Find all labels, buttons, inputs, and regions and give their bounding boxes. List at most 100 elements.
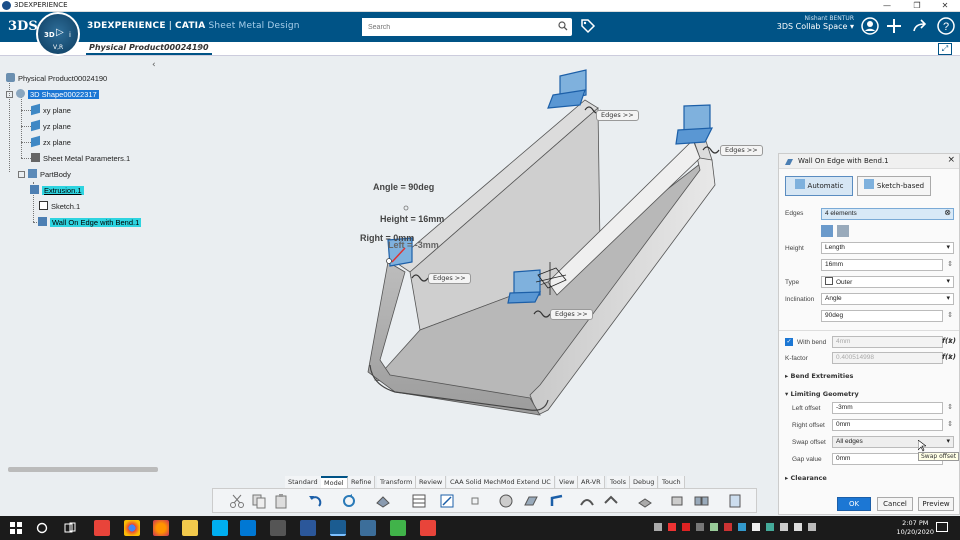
with-bend-checkbox[interactable]: ✓ <box>785 338 793 346</box>
tab-view[interactable]: View <box>556 476 579 488</box>
app-icon[interactable] <box>360 520 376 536</box>
ok-button[interactable]: OK <box>837 497 871 511</box>
user-info[interactable]: Nishant BENTUR 3DS Collab Space ▾ <box>770 15 854 31</box>
compass-icon[interactable]: 3D ▷ i V,R <box>36 12 80 56</box>
update-icon[interactable] <box>341 493 357 509</box>
fullscreen-icon[interactable]: ⤢ <box>938 43 952 55</box>
system-tray[interactable] <box>654 523 884 533</box>
height-mode-select[interactable]: Length <box>821 242 954 254</box>
search-box[interactable] <box>362 18 572 36</box>
tab-transform[interactable]: Transform <box>377 476 417 488</box>
bend-extremities-section[interactable]: ▸ Bend Extremities <box>785 372 853 380</box>
notifications-icon[interactable] <box>936 522 948 532</box>
paste-icon[interactable] <box>273 493 289 509</box>
search-taskbar-icon[interactable] <box>34 520 50 536</box>
close-window-button[interactable]: ✕ <box>932 0 958 12</box>
app-icon[interactable] <box>420 520 436 536</box>
windows-start-icon[interactable] <box>8 520 24 536</box>
sheet-metal-params-icon[interactable] <box>498 493 514 509</box>
panel-header[interactable]: Wall On Edge with Bend.1 × <box>779 154 959 169</box>
cut-icon[interactable] <box>229 493 245 509</box>
limiting-geometry-section[interactable]: ▾ Limiting Geometry <box>785 390 859 398</box>
tab-debug[interactable]: Debug <box>630 476 659 488</box>
minimize-button[interactable]: — <box>874 0 900 12</box>
tab-tools[interactable]: Tools <box>607 476 631 488</box>
share-icon[interactable] <box>910 16 930 36</box>
wall-tool-icon[interactable] <box>523 493 539 509</box>
edges-button[interactable]: Edges >> <box>720 145 763 156</box>
inclination-value-input[interactable]: 90deg <box>821 310 953 322</box>
new-tab-button[interactable]: + <box>196 42 204 53</box>
app-icon[interactable] <box>390 520 406 536</box>
preview-button[interactable]: Preview <box>918 497 954 511</box>
add-icon[interactable] <box>884 16 904 36</box>
stamp-tool-icon[interactable] <box>669 493 685 509</box>
measure-icon[interactable] <box>375 493 391 509</box>
table-icon[interactable] <box>411 493 427 509</box>
clearance-section[interactable]: ▸ Clearance <box>785 474 827 482</box>
ds-logo-icon[interactable]: 3DS <box>8 19 38 34</box>
edges-selection-field[interactable]: 4 elements ⊗ <box>821 208 954 220</box>
app-icon[interactable] <box>94 520 110 536</box>
app-icon[interactable] <box>270 520 286 536</box>
height-annotation[interactable]: Height = 16mm <box>380 214 444 224</box>
word-icon[interactable] <box>300 520 316 536</box>
sheet-metal-model[interactable] <box>0 56 780 476</box>
tab-touch[interactable]: Touch <box>659 476 685 488</box>
k-factor-input[interactable]: 0.400514998 <box>832 352 953 364</box>
restore-button[interactable]: ❐ <box>904 0 930 12</box>
unfold-tool-icon[interactable] <box>603 493 619 509</box>
play-icon[interactable]: ▷ <box>56 27 64 38</box>
info-icon[interactable]: i <box>69 31 71 39</box>
skype-icon[interactable] <box>212 520 228 536</box>
inclination-mode-select[interactable]: Angle <box>821 293 954 305</box>
collab-space-selector[interactable]: 3DS Collab Space ▾ <box>770 22 854 31</box>
bend-tool-icon[interactable] <box>579 493 595 509</box>
formula-icon[interactable]: f(x) <box>942 353 956 361</box>
left-offset-input[interactable]: -3mm <box>832 402 953 414</box>
user-avatar-icon[interactable] <box>860 16 880 36</box>
sketch-tool-icon[interactable] <box>439 493 455 509</box>
tab-review[interactable]: Review <box>416 476 447 488</box>
edge-selection-icon[interactable] <box>821 225 833 237</box>
tab-model[interactable]: Model <box>321 476 348 488</box>
close-panel-icon[interactable]: × <box>947 155 955 165</box>
tab-physical-product[interactable]: Physical Product00024190 <box>86 43 212 55</box>
tab-ar-vr[interactable]: AR-VR <box>578 476 605 488</box>
type-select[interactable]: Outer <box>821 276 954 288</box>
point-icon[interactable] <box>467 493 483 509</box>
3dexperience-taskbar-icon[interactable] <box>330 520 346 536</box>
tab-caa-solid[interactable]: CAA Solid MechMod Extend UC <box>447 476 555 488</box>
help-icon[interactable]: ? <box>936 16 956 36</box>
chrome-icon[interactable] <box>124 520 140 536</box>
edge-propagation-icon[interactable] <box>837 225 849 237</box>
search-icon[interactable] <box>558 21 568 31</box>
undo-icon[interactable] <box>307 493 323 509</box>
automatic-mode-button[interactable]: Automatic <box>785 176 853 196</box>
copy-icon[interactable] <box>251 493 267 509</box>
pattern-tool-icon[interactable] <box>693 493 709 509</box>
task-view-icon[interactable] <box>62 520 78 536</box>
swap-offset-select[interactable]: All edges <box>832 436 954 448</box>
sketch-based-mode-button[interactable]: Sketch-based <box>857 176 931 196</box>
clear-selection-icon[interactable]: ⊗ <box>944 208 951 218</box>
flange-tool-icon[interactable] <box>549 493 565 509</box>
tag-icon[interactable] <box>578 16 598 36</box>
recognize-tool-icon[interactable] <box>727 493 743 509</box>
formula-icon[interactable]: f(x) <box>942 337 956 345</box>
file-explorer-icon[interactable] <box>182 520 198 536</box>
edges-button[interactable]: Edges >> <box>596 110 639 121</box>
cutout-tool-icon[interactable] <box>637 493 653 509</box>
cancel-button[interactable]: Cancel <box>877 497 913 511</box>
outlook-icon[interactable] <box>240 520 256 536</box>
system-clock[interactable]: 2:07 PM 10/20/2020 <box>897 519 934 537</box>
height-value-input[interactable]: 16mm <box>821 259 953 271</box>
right-offset-input[interactable]: 0mm <box>832 419 953 431</box>
search-input[interactable] <box>362 18 552 36</box>
tab-standard[interactable]: Standard <box>285 476 322 488</box>
firefox-icon[interactable] <box>153 520 169 536</box>
left-offset-annotation[interactable]: Left = -3mm <box>388 240 439 250</box>
angle-annotation[interactable]: Angle = 90deg <box>373 182 434 192</box>
tab-refine[interactable]: Refine <box>348 476 376 488</box>
edges-button[interactable]: Edges >> <box>428 273 471 284</box>
